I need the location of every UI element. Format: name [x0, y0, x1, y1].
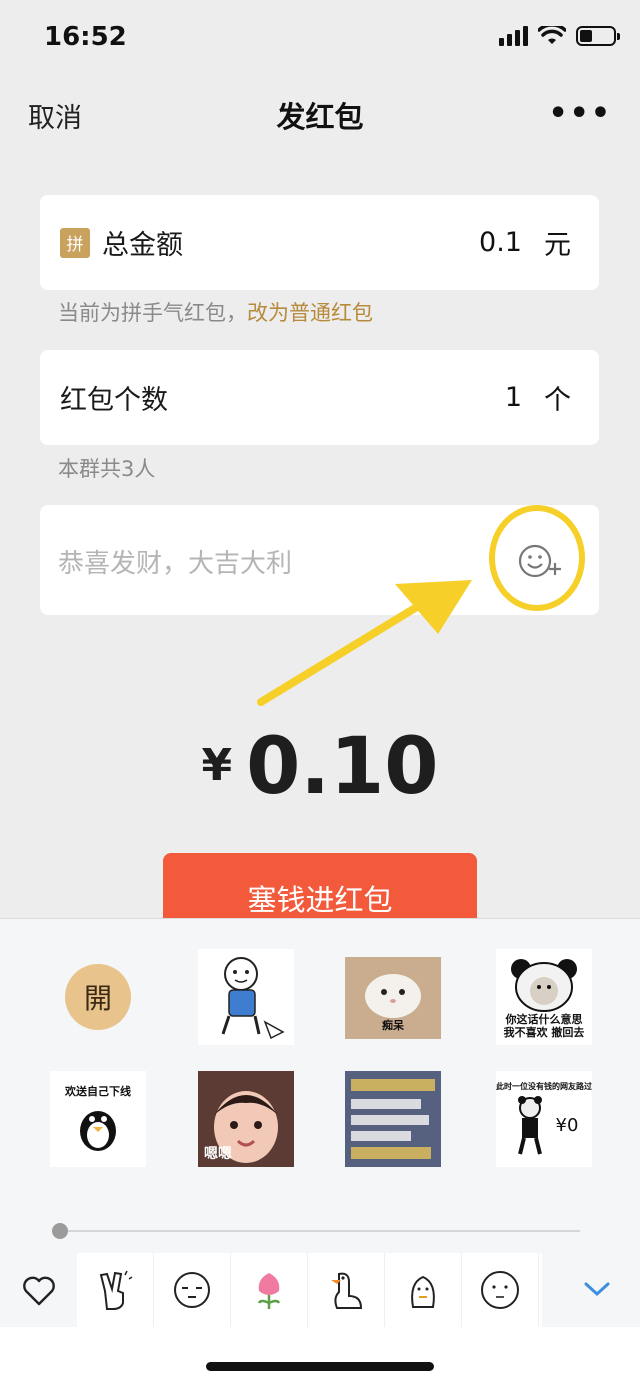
emoji-tabs [77, 1253, 542, 1327]
amount-display: ¥0.10 [0, 722, 640, 812]
amount-value: 0.10 [246, 722, 439, 812]
panda-image [511, 958, 577, 1012]
packet-type-text: 当前为拼手气红包， [58, 301, 247, 325]
emoji-tab-meh[interactable] [154, 1253, 231, 1327]
goose-icon [331, 1272, 363, 1309]
wifi-icon [538, 26, 566, 44]
emoji-tab-flower[interactable] [231, 1253, 308, 1327]
penguin-caption: 欢送自己下线 [65, 1085, 131, 1099]
packet-type-hint: 当前为拼手气红包，改为普通红包 [58, 297, 373, 327]
highlight-circle [489, 505, 585, 611]
text-collage-image [345, 1071, 441, 1167]
character-icon [411, 1275, 435, 1308]
cat-image [365, 973, 421, 1018]
total-amount-label: 总金额 [102, 230, 183, 261]
broke-caption: 此时一位没有钱的网友路过 [496, 1082, 592, 1092]
battery-icon [576, 26, 620, 46]
total-amount-input[interactable]: 0.1 [479, 227, 522, 258]
total-amount-unit: 元 [544, 230, 571, 261]
victory-hand-icon [99, 1270, 133, 1310]
girl-caption: 嗯嗯 [204, 1146, 232, 1163]
panda-caption-1: 你这话什么意思 [505, 1012, 583, 1026]
chevron-down-icon[interactable] [583, 1279, 611, 1299]
group-size-hint: 本群共3人 [58, 457, 156, 481]
emoji-tab-victory[interactable] [77, 1253, 154, 1327]
sticker-panel: 開 痴呆 你这话什么意思 我不喜欢 撤回去 欢送自己下线 嗯嗯 此时一位没有钱的… [0, 918, 640, 1254]
emoji-tab-character[interactable] [385, 1253, 462, 1327]
broke-panda-image [517, 1095, 542, 1155]
kneeling-man-image [221, 957, 285, 1040]
status-time: 16:52 [44, 22, 127, 52]
meh-face-icon [174, 1272, 210, 1308]
packet-count-unit: 个 [544, 385, 571, 416]
switch-normal-link[interactable]: 改为普通红包 [247, 301, 373, 325]
currency-symbol: ¥ [201, 740, 233, 791]
status-icons [499, 26, 620, 46]
emoji-tab-goose[interactable] [308, 1253, 385, 1327]
sticker-panda[interactable]: 你这话什么意思 我不喜欢 撤回去 [496, 949, 592, 1045]
emoji-category-bar [0, 1253, 640, 1327]
sticker-broke-panda[interactable]: 此时一位没有钱的网友路过 ¥0 [496, 1071, 592, 1167]
broke-amount: ¥0 [555, 1115, 579, 1137]
heart-icon[interactable] [22, 1275, 56, 1307]
flower-icon [257, 1273, 281, 1309]
sticker-text-collage[interactable] [345, 1071, 441, 1167]
emoji-tab-blank-face[interactable] [462, 1253, 539, 1327]
page-slider-knob[interactable] [52, 1223, 68, 1239]
pin-badge: 拼 [60, 227, 90, 258]
cat-caption: 痴呆 [382, 1018, 404, 1032]
annotation-arrow [257, 580, 472, 706]
page-title: 发红包 [276, 100, 364, 134]
page-slider-track[interactable] [60, 1230, 580, 1232]
packet-count-input[interactable]: 1 [505, 382, 522, 413]
signal-icon [499, 26, 528, 46]
blank-face-icon [481, 1271, 519, 1309]
total-amount-row[interactable]: 拼 总金额 0.1 元 [40, 195, 599, 290]
sticker-open[interactable]: 開 [50, 949, 146, 1045]
sticker-kneeling-man[interactable] [198, 949, 294, 1045]
more-icon[interactable]: ••• [548, 96, 612, 131]
bottom-area [0, 1327, 640, 1386]
sticker-girl[interactable]: 嗯嗯 [198, 1071, 294, 1167]
panda-caption-2: 我不喜欢 撤回去 [503, 1026, 585, 1039]
open-badge: 開 [65, 964, 131, 1030]
sticker-penguin[interactable]: 欢送自己下线 [50, 1071, 146, 1167]
packet-count-row[interactable]: 红包个数 1 个 [40, 350, 599, 445]
packet-count-label: 红包个数 [60, 385, 168, 416]
sticker-cat[interactable]: 痴呆 [345, 957, 441, 1039]
home-indicator[interactable] [206, 1362, 434, 1371]
penguin-image [80, 1110, 116, 1151]
